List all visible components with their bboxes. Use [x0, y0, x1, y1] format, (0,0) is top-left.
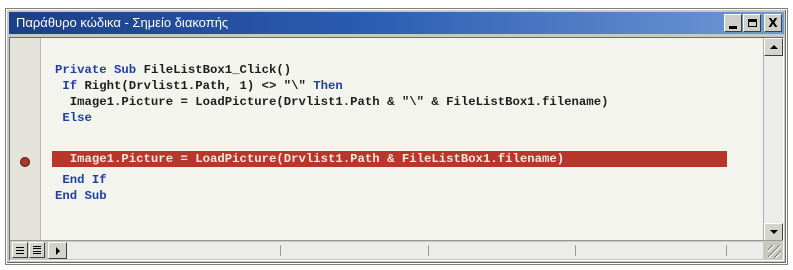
minimize-icon	[729, 25, 737, 29]
arrow-right-icon	[56, 247, 60, 255]
code-line-3[interactable]: Image1.Picture = LoadPicture(Drvlist1.Pa…	[55, 95, 609, 110]
breakpoint-dot-icon[interactable]	[20, 157, 30, 167]
horizontal-scrollbar[interactable]	[48, 242, 763, 259]
scroll-track-mark	[280, 245, 283, 256]
resize-grip-icon[interactable]	[768, 245, 781, 258]
scroll-down-button[interactable]	[764, 223, 783, 241]
scroll-track-mark	[726, 245, 729, 256]
arrow-down-icon	[769, 230, 778, 234]
code-line-6[interactable]: End If	[55, 173, 106, 188]
scroll-track-mark	[428, 245, 431, 256]
code-pane: Private Sub FileListBox1_Click() If Righ…	[9, 37, 784, 261]
title-bar[interactable]: Παράθυρο κώδικα - Σημείο διακοπής X	[9, 12, 784, 34]
scroll-track-mark	[575, 245, 578, 256]
arrow-up-icon	[769, 45, 778, 49]
scroll-right-button[interactable]	[48, 242, 67, 259]
maximize-button[interactable]	[743, 14, 761, 32]
code-window: Παράθυρο κώδικα - Σημείο διακοπής X Priv…	[6, 9, 787, 264]
minimize-button[interactable]	[724, 14, 742, 32]
scroll-up-button[interactable]	[764, 38, 783, 56]
vertical-scrollbar[interactable]	[763, 38, 783, 241]
close-button[interactable]: X	[764, 14, 782, 32]
procedure-view-button[interactable]	[12, 242, 28, 258]
code-editor[interactable]: Private Sub FileListBox1_Click() If Righ…	[41, 38, 763, 241]
breakpoint-margin[interactable]	[10, 38, 41, 241]
code-line-7[interactable]: End Sub	[55, 189, 107, 204]
full-module-view-button[interactable]	[29, 242, 45, 258]
code-line-4[interactable]: Else	[55, 111, 92, 126]
code-line-2[interactable]: If Right(Drvlist1.Path, 1) <> "\" Then	[55, 79, 342, 94]
bottom-bar	[10, 240, 783, 260]
window-controls: X	[724, 14, 782, 32]
maximize-icon	[747, 19, 757, 27]
window-title: Παράθυρο κώδικα - Σημείο διακοπής	[16, 15, 229, 30]
code-line-1[interactable]: Private Sub FileListBox1_Click()	[55, 63, 291, 78]
close-icon: X	[768, 16, 778, 30]
code-line-5-breakpoint[interactable]: Image1.Picture = LoadPicture(Drvlist1.Pa…	[55, 152, 564, 167]
